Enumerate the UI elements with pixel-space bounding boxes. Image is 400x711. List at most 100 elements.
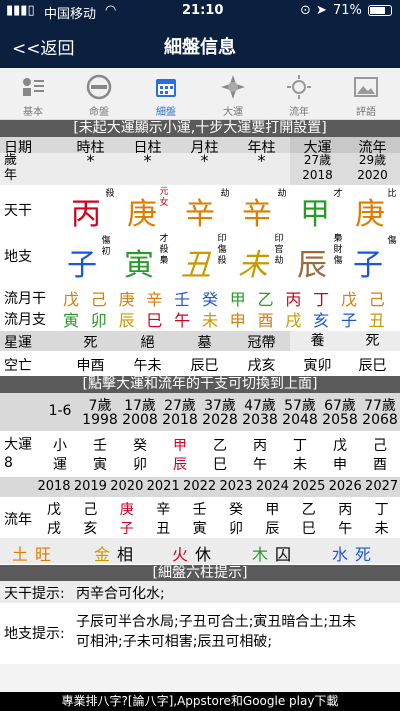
zhi-dayun[interactable]: 辰: [292, 240, 332, 284]
dayun-gan[interactable]: 乙: [200, 435, 240, 455]
liunian-gan[interactable]: 乙: [291, 499, 327, 519]
dayun-zhi[interactable]: 午: [240, 454, 280, 474]
dayun-year[interactable]: 1998: [80, 412, 120, 428]
spacer: [0, 664, 400, 692]
tab-chart[interactable]: 命盤: [66, 68, 132, 120]
dayun-year[interactable]: 2038: [240, 412, 280, 428]
gan-dayun-note: 才: [333, 189, 343, 199]
lock-rotation-icon: ⊙: [300, 3, 311, 18]
dayun-gan[interactable]: 己: [360, 435, 400, 455]
tab-basic[interactable]: 基本: [0, 68, 66, 120]
zhi-year: 未: [238, 248, 268, 283]
liunian-zhi[interactable]: 寅: [182, 518, 218, 538]
wuxing-state: 囚: [274, 545, 291, 564]
dayun-year[interactable]: 2008: [120, 412, 160, 428]
liunian-year[interactable]: 2021: [145, 479, 181, 494]
liunian-zhi[interactable]: 未: [364, 518, 400, 538]
tab-comment[interactable]: 評語: [333, 68, 399, 120]
xingyun-val: 養: [290, 331, 345, 351]
tab-liunian[interactable]: 流年: [266, 68, 332, 120]
dayun-zhi[interactable]: 未: [280, 454, 320, 474]
tab-detail[interactable]: 細盤: [133, 68, 199, 120]
liuyue-rows: 流月干 流月支 戊寅己卯庚辰辛巳壬午癸未甲申乙酉丙戌丁亥戊子己丑: [0, 286, 400, 330]
compass-icon: [221, 75, 245, 99]
dayun-gan[interactable]: 戊: [320, 435, 360, 455]
image-icon: [354, 77, 378, 97]
dayun-gan[interactable]: 癸: [120, 435, 160, 455]
dayun-gan[interactable]: 小: [40, 435, 80, 455]
dizhi-tip-label: 地支提示:: [4, 626, 65, 642]
xingyun-val: 絕: [140, 335, 155, 351]
dayun-zhi[interactable]: 運: [40, 454, 80, 474]
tab-dayun[interactable]: 大運: [200, 68, 266, 120]
gan-month-note: 劫: [220, 189, 230, 199]
liunian-year-row: 2018 2019 2020 2021 2022 2023 2024 2025 2026 2027: [0, 477, 400, 497]
dayun-zhi[interactable]: 酉: [360, 454, 400, 474]
dayun-year[interactable]: 2048: [280, 412, 320, 428]
zhi-liunian-note: 傷: [387, 236, 397, 246]
dayun-year[interactable]: 2028: [200, 412, 240, 428]
dayun-label: 大運 8: [4, 437, 32, 471]
dayun-zhi[interactable]: 卯: [120, 454, 160, 474]
tiangan-label: 天干: [4, 203, 32, 219]
liunian-gan[interactable]: 甲: [254, 499, 290, 519]
liunian-gan[interactable]: 丙: [327, 499, 363, 519]
footer-banner[interactable]: 專業排八字?[論八字],Appstore和Google play下載: [0, 692, 400, 711]
liunian-year[interactable]: 2026: [327, 479, 363, 494]
dayun-gan[interactable]: 壬: [80, 435, 120, 455]
wifi-icon: ◠: [105, 3, 117, 18]
zhi-liunian[interactable]: 子: [348, 240, 388, 284]
liunian-age-cell[interactable]: 29歲 2020: [345, 153, 400, 185]
star: *: [143, 151, 152, 170]
liunian-year[interactable]: 2019: [72, 479, 108, 494]
dayun-zhi[interactable]: 寅: [80, 454, 120, 474]
kongwang-val: 戌亥: [247, 358, 276, 374]
liunian-zhi[interactable]: 亥: [72, 518, 108, 538]
liunian-zhi[interactable]: 子: [109, 518, 145, 538]
liunian-year[interactable]: 2022: [182, 479, 218, 494]
liunian-gan[interactable]: 丁: [364, 499, 400, 519]
dayun-zhi[interactable]: 巳: [200, 454, 240, 474]
liunian-zhi[interactable]: 卯: [218, 518, 254, 538]
liunian-zhi[interactable]: 丑: [145, 518, 181, 538]
liunian-year[interactable]: 2020: [109, 479, 145, 494]
zhi-dayun-note: 梟財傷: [333, 234, 343, 266]
dayun-gan[interactable]: 甲: [160, 435, 200, 455]
liunian-year[interactable]: 2023: [218, 479, 254, 494]
liunian-gan[interactable]: 戊: [36, 499, 72, 519]
liunian-zhi[interactable]: 午: [327, 518, 363, 538]
wuxing-element: 土: [11, 545, 28, 564]
dayun-year[interactable]: 2018: [160, 412, 200, 428]
liunian-year[interactable]: 2024: [254, 479, 290, 494]
dayun-year[interactable]: 2068: [360, 412, 400, 428]
age-year-label: 歲 年: [4, 153, 18, 183]
status-bar: ▮▮▮▯ 中国移动 ◠ 21:10 ⊙ ➤ 71%: [0, 0, 400, 22]
liunian-gan[interactable]: 癸: [218, 499, 254, 519]
liunian-zhi[interactable]: 辰: [254, 518, 290, 538]
liunian-age: 29歲: [358, 153, 387, 167]
dayun-gan[interactable]: 丙: [240, 435, 280, 455]
liunian-year: 2020: [357, 168, 388, 182]
liunian-gan[interactable]: 己: [72, 499, 108, 519]
liunian-year[interactable]: 2027: [364, 479, 400, 494]
dayun-year[interactable]: 2058: [320, 412, 360, 428]
liunian-zhi[interactable]: 巳: [291, 518, 327, 538]
dayun-zhi[interactable]: 申: [320, 454, 360, 474]
liunian-year[interactable]: 2018: [36, 479, 72, 494]
liunian-zhi[interactable]: 戌: [36, 518, 72, 538]
liunian-gan[interactable]: 庚: [109, 499, 145, 519]
star: *: [200, 151, 209, 170]
wuxing-element: 水: [331, 545, 348, 564]
dayun-gan[interactable]: 丁: [280, 435, 320, 455]
star: *: [257, 151, 266, 170]
dayun-zhi[interactable]: 辰: [160, 454, 200, 474]
liunian-year[interactable]: 2025: [291, 479, 327, 494]
dayun-age-cell[interactable]: 27歲 2018: [290, 153, 345, 185]
sun-icon: [287, 75, 311, 99]
xingyun-val: 墓: [197, 335, 212, 351]
liunian-gan[interactable]: 壬: [182, 499, 218, 519]
signal-icon: ▮▮▮▯: [6, 3, 35, 18]
liunian-gan[interactable]: 辛: [145, 499, 181, 519]
dizhi-tip: 地支提示: 子辰可半合水局;子丑可合土;寅丑暗合土;丑未 可相沖;子未可相害;辰…: [0, 605, 400, 661]
tiangan-tip-label: 天干提示:: [4, 586, 65, 602]
